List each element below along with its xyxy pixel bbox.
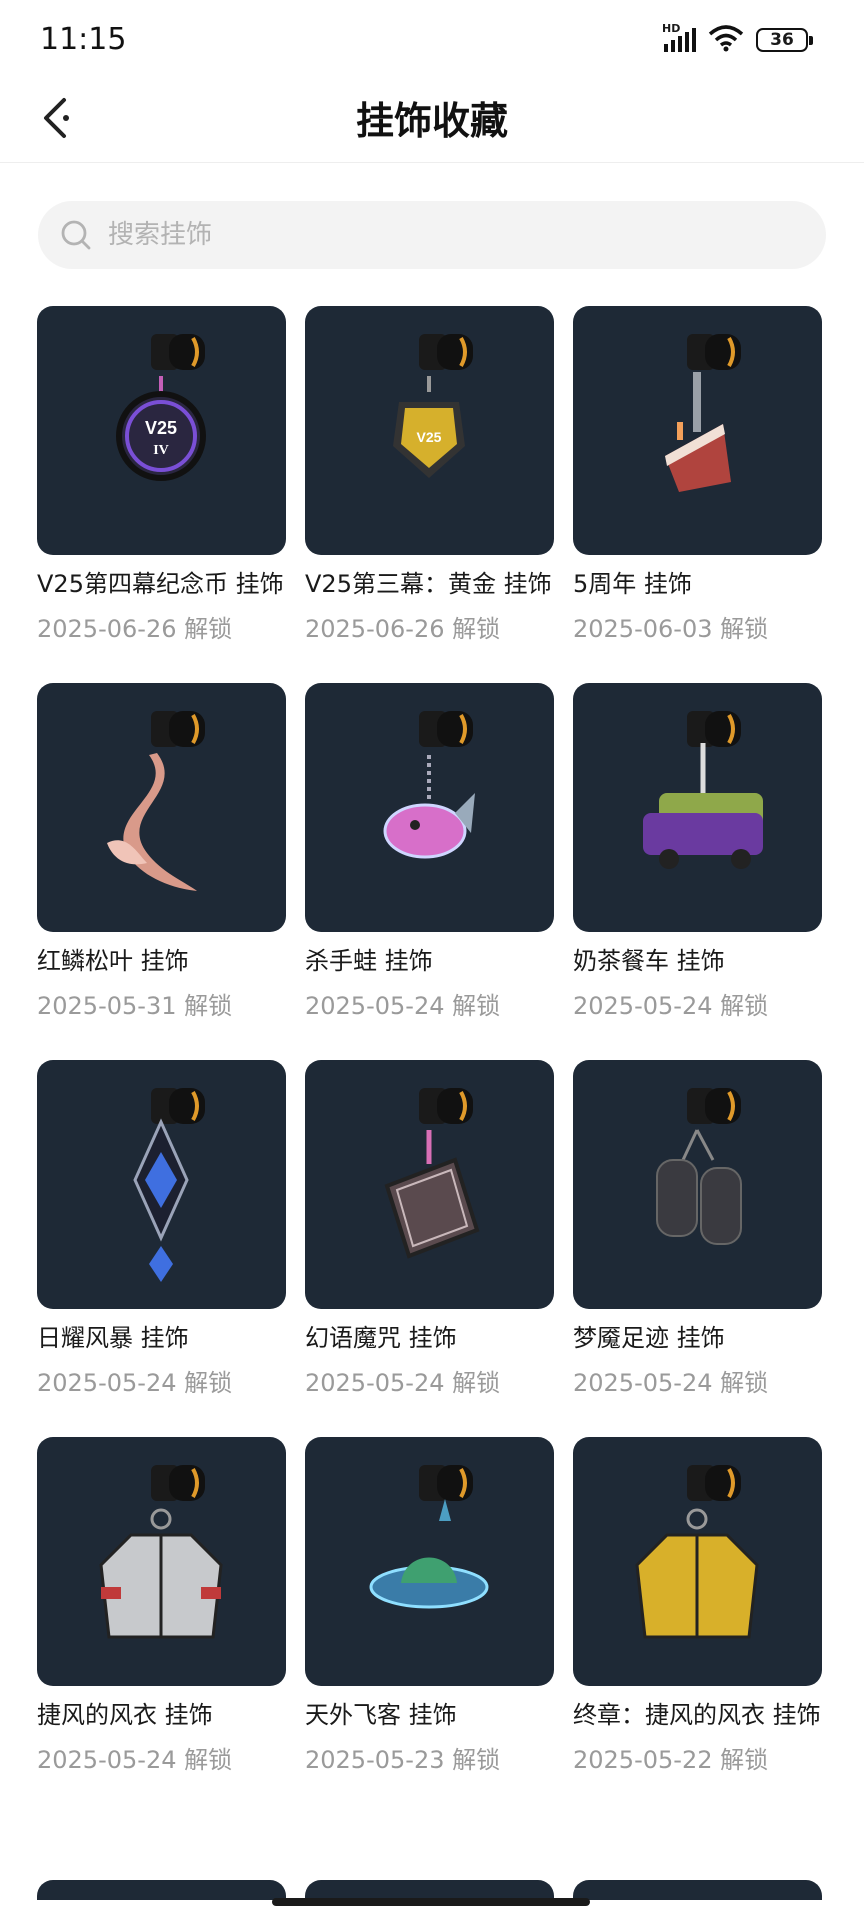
charm-unlock-date: 2025-06-26 解锁	[37, 615, 233, 643]
status-time: 11:15	[40, 22, 127, 57]
charm-name: 红鳞松叶 挂饰	[37, 947, 189, 975]
charm-unlock-date: 2025-05-23 解锁	[305, 1746, 501, 1774]
charm-thumbnail: V25	[305, 306, 554, 555]
charm-card[interactable]: V25 IV V25第四幕纪念币 挂饰 2025-06-26 解锁	[37, 306, 286, 683]
killer-frog-charm	[383, 711, 475, 859]
charm-name: 日耀风暴 挂饰	[37, 1324, 189, 1352]
next-row-card-peek[interactable]	[573, 1880, 822, 1900]
charm-name: 终章：捷风的风衣 挂饰	[573, 1701, 821, 1729]
charm-thumbnail	[573, 1060, 822, 1309]
page-title: 挂饰收藏	[355, 99, 508, 143]
charm-name: 奶茶餐车 挂饰	[573, 947, 725, 975]
search-input[interactable]	[106, 219, 790, 251]
charm-unlock-date: 2025-05-24 解锁	[37, 1746, 233, 1774]
charm-name: 天外飞客 挂饰	[305, 1701, 457, 1729]
charm-thumbnail	[305, 1060, 554, 1309]
charm-unlock-date: 2025-05-22 解锁	[573, 1746, 769, 1774]
charm-card[interactable]: 5周年 挂饰 2025-06-03 解锁	[573, 306, 822, 683]
charm-thumbnail	[573, 306, 822, 555]
v25-act4-coin-charm: V25 IV	[116, 334, 206, 481]
charm-card[interactable]: 杀手蛙 挂饰 2025-05-24 解锁	[305, 683, 554, 1060]
spellbook-charm	[384, 1088, 480, 1259]
gold-jacket-charm	[635, 1465, 759, 1639]
charm-card[interactable]: 天外飞客 挂饰 2025-05-23 解锁	[305, 1437, 554, 1857]
charm-thumbnail	[37, 1060, 286, 1309]
charm-unlock-date: 2025-05-24 解锁	[37, 1369, 233, 1397]
wifi-icon	[708, 24, 744, 56]
koi-fish-charm	[107, 711, 205, 891]
charm-card[interactable]: 红鳞松叶 挂饰 2025-05-31 解锁	[37, 683, 286, 1060]
charm-thumbnail	[305, 683, 554, 932]
charm-unlock-date: 2025-05-24 解锁	[305, 1369, 501, 1397]
charm-unlock-date: 2025-05-24 解锁	[305, 992, 501, 1020]
charm-card[interactable]: V25 V25第三幕：黄金 挂饰 2025-06-26 解锁	[305, 306, 554, 683]
tea-truck-charm	[643, 711, 763, 869]
next-row-card-peek[interactable]	[305, 1880, 554, 1900]
battery-level: 36	[770, 30, 794, 50]
home-indicator	[272, 1898, 590, 1906]
charm-card[interactable]: 奶茶餐车 挂饰 2025-05-24 解锁	[573, 683, 822, 1060]
charm-thumbnail	[573, 1437, 822, 1686]
charm-thumbnail	[37, 1437, 286, 1686]
charm-card[interactable]: 终章：捷风的风衣 挂饰 2025-05-22 解锁	[573, 1437, 822, 1857]
charm-name: 梦魇足迹 挂饰	[573, 1324, 725, 1352]
charm-card[interactable]: 捷风的风衣 挂饰 2025-05-24 解锁	[37, 1437, 286, 1857]
v25-act3-gold-charm: V25	[393, 334, 473, 478]
charm-thumbnail	[37, 683, 286, 932]
cake-fork-charm	[665, 334, 741, 492]
status-icons: HD 36	[662, 22, 813, 56]
ufo-charm	[369, 1465, 489, 1609]
blue-crystal-charm	[133, 1088, 205, 1282]
charm-thumbnail	[573, 683, 822, 932]
nav-bar: 挂饰收藏	[0, 84, 864, 163]
charm-card[interactable]: 梦魇足迹 挂饰 2025-05-24 解锁	[573, 1060, 822, 1437]
status-bar: 11:15 HD 36	[0, 0, 864, 84]
search-bar[interactable]	[38, 201, 826, 269]
charm-name: V25第三幕：黄金 挂饰	[305, 570, 552, 598]
charm-mark-sub: IV	[153, 443, 169, 458]
charm-unlock-date: 2025-05-24 解锁	[573, 992, 769, 1020]
paw-boots-charm	[656, 1088, 742, 1245]
charm-card[interactable]: 幻语魔咒 挂饰 2025-05-24 解锁	[305, 1060, 554, 1437]
charm-thumbnail	[305, 1437, 554, 1686]
charm-name: 幻语魔咒 挂饰	[305, 1324, 457, 1352]
next-row-card-peek[interactable]	[37, 1880, 286, 1900]
charm-unlock-date: 2025-06-03 解锁	[573, 615, 769, 643]
charm-thumbnail: V25 IV	[37, 306, 286, 555]
charm-unlock-date: 2025-05-31 解锁	[37, 992, 233, 1020]
charm-name: V25第四幕纪念币 挂饰	[37, 570, 284, 598]
charm-card[interactable]: 日耀风暴 挂饰 2025-05-24 解锁	[37, 1060, 286, 1437]
charm-name: 捷风的风衣 挂饰	[37, 1701, 213, 1729]
charm-mark: V25	[417, 429, 442, 445]
battery-icon: 36	[756, 28, 813, 52]
hd-signal-icon: HD	[662, 22, 696, 52]
search-icon	[61, 220, 91, 250]
charm-name: 杀手蛙 挂饰	[305, 947, 433, 975]
network-label: HD	[662, 22, 681, 35]
charm-unlock-date: 2025-06-26 解锁	[305, 615, 501, 643]
charm-grid: V25 IV V25第四幕纪念币 挂饰 2025-06-26 解锁 V25 V25第…	[37, 306, 827, 1857]
charm-unlock-date: 2025-05-24 解锁	[573, 1369, 769, 1397]
jacket-charm	[99, 1465, 223, 1639]
charm-mark: V25	[145, 418, 177, 438]
charm-name: 5周年 挂饰	[573, 570, 692, 598]
